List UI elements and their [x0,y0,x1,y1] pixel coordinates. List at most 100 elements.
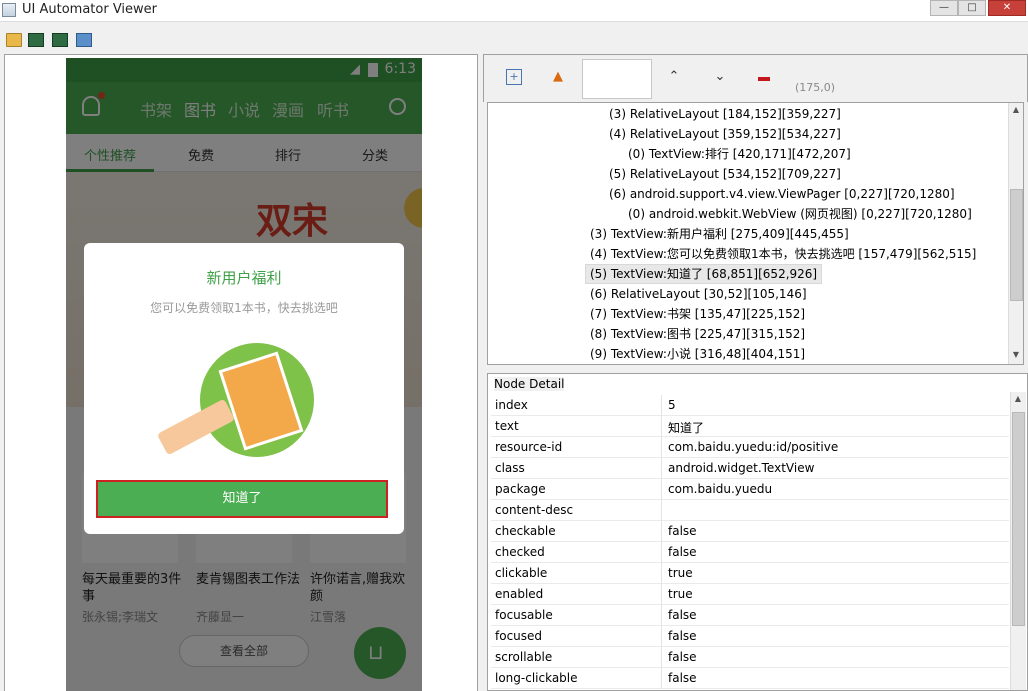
detail-scrollbar[interactable]: ▲ [1010,392,1026,690]
tree-node[interactable]: (3) RelativeLayout [184,152][359,227] [609,104,841,124]
column-divider [661,500,662,521]
column-divider [661,395,662,416]
scroll-up-icon[interactable]: ▲ [1011,394,1025,403]
device-screenshot-compressed-icon[interactable] [52,33,68,47]
scroll-up-icon[interactable]: ▲ [1009,105,1023,114]
detail-value: com.baidu.yuedu:id/positive [668,440,839,454]
tree-node[interactable]: (4) RelativeLayout [359,152][534,227] [609,124,841,144]
tree-node[interactable]: (8) TextView:图书 [225,47][315,152] [590,324,805,344]
device-screenshot[interactable]: ◢ 6:13 书架 图书 小说 漫画 听书 个性推荐 免费 排行 分类 双宋 [66,58,422,691]
search-field[interactable] [582,59,652,99]
column-divider [661,584,662,605]
detail-row-content-desc[interactable]: content-desc [491,500,1009,521]
detail-key: checked [495,545,545,559]
detail-value: android.widget.TextView [668,461,815,475]
clear-icon[interactable] [758,77,770,81]
detail-key: index [495,398,528,412]
previous-icon[interactable]: ⌃ [666,69,682,85]
window-title: UI Automator Viewer [22,2,158,17]
detail-key: long-clickable [495,671,578,685]
detail-value: 知道了 [668,421,705,435]
detail-row-class[interactable]: class android.widget.TextView [491,458,1009,479]
screenshot-pane: ◢ 6:13 书架 图书 小说 漫画 听书 个性推荐 免费 排行 分类 双宋 [4,54,478,691]
dialog-message: 您可以免费领取1本书，快去挑选吧 [150,301,338,315]
tree-node[interactable]: (0) android.webkit.WebView (网页视图) [0,227… [628,204,972,224]
detail-scroll-thumb[interactable] [1012,412,1025,626]
tree-node[interactable]: (9) TextView:小说 [316,48][404,151] [590,344,805,364]
tree-scrollbar[interactable]: ▲ ▼ [1008,103,1023,364]
column-divider [661,542,662,563]
detail-value: false [668,650,697,664]
column-divider [661,668,662,689]
column-divider [661,605,662,626]
column-divider [661,626,662,647]
detail-key: focusable [495,608,553,622]
tree-node[interactable]: (5) RelativeLayout [534,152][709,227] [609,164,841,184]
app-icon [2,3,16,17]
detail-value: true [668,587,693,601]
tree-scroll-thumb[interactable] [1010,189,1023,301]
window-titlebar: UI Automator Viewer — □ ✕ [0,0,1028,22]
detail-row-package[interactable]: package com.baidu.yuedu [491,479,1009,500]
hierarchy-toolbar: + ▲ ⌃ ⌄ (175,0) [483,54,1028,102]
detail-value: true [668,566,693,580]
detail-key: checkable [495,524,556,538]
detail-key: package [495,482,546,496]
detail-row-scrollable[interactable]: scrollable false [491,647,1009,668]
gift-book-illustration [144,331,344,471]
detail-key: enabled [495,587,544,601]
tree-node[interactable]: (0) TextView:排行 [420,171][472,207] [628,144,851,164]
main-toolbar [0,30,200,52]
tree-node[interactable]: (4) TextView:您可以免费领取1本书，快去挑选吧 [157,479][… [590,244,976,264]
detail-key: focused [495,629,543,643]
detail-row-focusable[interactable]: focusable false [491,605,1009,626]
tree-node[interactable]: (3) TextView:新用户福利 [275,409][445,455] [590,224,849,244]
tree-node[interactable]: (7) TextView:书架 [135,47][225,152] [590,304,805,324]
detail-row-checkable[interactable]: checkable false [491,521,1009,542]
column-divider [661,437,662,458]
welcome-dialog: 新用户福利 您可以免费领取1本书，快去挑选吧 知道了 [84,243,404,534]
tree-node[interactable]: (6) android.support.v4.view.ViewPager [0… [609,184,955,204]
detail-key: clickable [495,566,548,580]
dialog-title: 新用户福利 [206,269,282,287]
column-divider [661,479,662,500]
dialog-confirm-button[interactable]: 知道了 [96,480,388,518]
detail-value: false [668,545,697,559]
warning-icon[interactable]: ▲ [550,69,566,85]
detail-row-clickable[interactable]: clickable true [491,563,1009,584]
detail-row-long-clickable[interactable]: long-clickable false [491,668,1009,689]
tree-node-selected[interactable]: (5) TextView:知道了 [68,851][652,926] [585,264,823,284]
close-button[interactable]: ✕ [988,0,1026,16]
detail-value: false [668,608,697,622]
maximize-button[interactable]: □ [958,0,986,16]
detail-row-index[interactable]: index 5 [491,395,1009,416]
save-icon[interactable] [76,33,92,47]
detail-row-focused[interactable]: focused false [491,626,1009,647]
detail-key: resource-id [495,440,563,454]
column-divider [661,458,662,479]
column-divider [661,563,662,584]
detail-value: false [668,524,697,538]
detail-key: content-desc [495,503,574,517]
detail-row-resource-id[interactable]: resource-id com.baidu.yuedu:id/positive [491,437,1009,458]
device-screenshot-icon[interactable] [28,33,44,47]
expand-all-icon[interactable]: + [506,69,522,85]
tree-node[interactable]: (6) RelativeLayout [30,52][105,146] [590,284,807,304]
column-divider [661,416,662,437]
scroll-down-icon[interactable]: ▼ [1009,350,1023,359]
detail-row-checked[interactable]: checked false [491,542,1009,563]
detail-value: com.baidu.yuedu [668,482,773,496]
detail-value: 5 [668,398,676,412]
detail-key: class [495,461,525,475]
detail-row-text[interactable]: text 知道了 [491,416,1009,437]
detail-value: false [668,629,697,643]
minimize-button[interactable]: — [930,0,958,16]
cursor-coordinates: (175,0) [795,81,836,94]
column-divider [661,521,662,542]
detail-key: text [495,419,519,433]
hierarchy-tree[interactable]: (3) RelativeLayout [184,152][359,227] (4)… [487,102,1024,365]
next-icon[interactable]: ⌄ [712,69,728,85]
open-icon[interactable] [6,33,22,47]
detail-key: scrollable [495,650,553,664]
detail-row-enabled[interactable]: enabled true [491,584,1009,605]
